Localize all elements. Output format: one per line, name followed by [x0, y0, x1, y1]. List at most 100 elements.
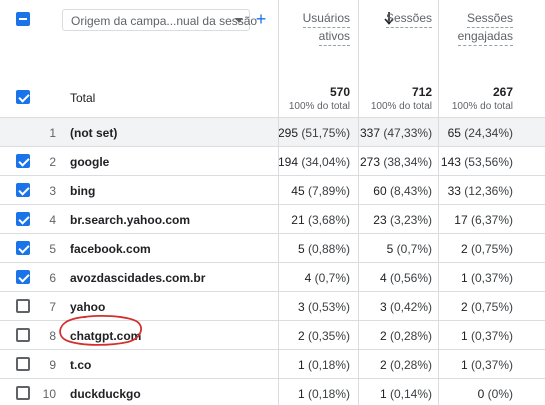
row-engaged-sessions-value: 143 — [440, 155, 461, 169]
row-engaged-sessions-percent: (0,37%) — [470, 329, 513, 343]
row-engaged-sessions-value: 33 — [447, 184, 461, 198]
row-engaged-sessions-value: 0 — [477, 387, 485, 401]
row-sessions-percent: (0,56%) — [389, 271, 432, 285]
plus-icon: + — [255, 9, 267, 29]
row-active-users-value: 1 — [297, 358, 305, 372]
row-engaged-sessions-value: 65 — [447, 126, 461, 140]
row-engaged-sessions-percent: (6,37%) — [470, 213, 513, 227]
row-engaged-sessions-cell: 1 (0,37%) — [440, 358, 513, 372]
column-header-engaged-sessions-line1: Sessões — [466, 10, 513, 28]
report-table: Origem da campa...nual da sessão + Usuár… — [0, 0, 545, 405]
row-source-name[interactable]: br.search.yahoo.com — [70, 213, 190, 227]
row-active-users-value: 1 — [297, 387, 305, 401]
table-row[interactable]: 3 bing 45 (7,89%) 60 (8,43%) 33 (12,36%) — [0, 175, 545, 204]
table-row[interactable]: 4 br.search.yahoo.com 21 (3,68%) 23 (3,23%)… — [0, 204, 545, 233]
row-sessions-percent: (3,23%) — [389, 213, 432, 227]
add-dimension-button[interactable]: + — [254, 9, 268, 31]
total-checkbox[interactable] — [16, 90, 30, 104]
row-engaged-sessions-cell: 143 (53,56%) — [440, 155, 513, 169]
row-sessions-percent: (8,43%) — [389, 184, 432, 198]
row-sessions-value: 60 — [373, 184, 387, 198]
row-checkbox[interactable] — [16, 183, 30, 197]
dimension-select-label: Origem da campa...nual da sessão — [71, 14, 258, 28]
column-divider — [278, 0, 279, 405]
row-engaged-sessions-cell: 1 (0,37%) — [440, 329, 513, 343]
caret-down-icon — [235, 18, 243, 23]
row-active-users-percent: (0,53%) — [307, 300, 350, 314]
row-active-users-percent: (0,18%) — [307, 358, 350, 372]
row-checkbox[interactable] — [16, 212, 30, 226]
column-header-engaged-sessions[interactable]: Sessões engajadas — [440, 10, 513, 46]
row-active-users-cell: 21 (3,68%) — [278, 213, 350, 227]
row-active-users-percent: (51,75%) — [301, 126, 351, 140]
row-engaged-sessions-percent: (0,37%) — [470, 358, 513, 372]
row-index: 3 — [49, 184, 56, 198]
row-index: 1 — [49, 126, 56, 140]
row-engaged-sessions-percent: (53,56%) — [464, 155, 513, 169]
row-index: 5 — [49, 242, 56, 256]
select-all-checkbox[interactable] — [16, 12, 30, 26]
table-row[interactable]: 6 avozdascidades.com.br 4 (0,7%) 4 (0,56%) 1… — [0, 262, 545, 291]
row-active-users-value: 3 — [297, 300, 305, 314]
row-active-users-cell: 2 (0,35%) — [278, 329, 350, 343]
row-active-users-cell: 1 (0,18%) — [278, 387, 350, 401]
row-sessions-percent: (0,7%) — [396, 242, 432, 256]
total-sessions: 712 — [411, 85, 432, 99]
row-source-name[interactable]: google — [70, 155, 109, 169]
row-engaged-sessions-value: 1 — [460, 358, 468, 372]
row-sessions-cell: 337 (47,33%) — [360, 126, 432, 140]
row-sessions-percent: (0,28%) — [389, 329, 432, 343]
total-label: Total — [70, 91, 96, 105]
row-engaged-sessions-cell: 0 (0%) — [440, 387, 513, 401]
row-source-name[interactable]: avozdascidades.com.br — [70, 271, 205, 285]
column-header-sessions[interactable]: Sessões — [360, 10, 432, 28]
table-row[interactable]: 9 t.co 1 (0,18%) 2 (0,28%) 1 (0,37%) — [0, 349, 545, 378]
row-source-name[interactable]: facebook.com — [70, 242, 151, 256]
row-engaged-sessions-percent: (24,34%) — [464, 126, 513, 140]
row-sessions-percent: (0,28%) — [389, 358, 432, 372]
row-sessions-value: 5 — [386, 242, 394, 256]
row-active-users-percent: (0,88%) — [307, 242, 350, 256]
column-divider — [358, 0, 359, 405]
row-index: 8 — [49, 329, 56, 343]
row-source-name[interactable]: (not set) — [70, 126, 117, 140]
row-sessions-value: 2 — [379, 358, 387, 372]
row-sessions-value: 273 — [360, 155, 381, 169]
row-checkbox[interactable] — [16, 154, 30, 168]
row-checkbox[interactable] — [16, 299, 30, 313]
table-row[interactable]: 2 google 194 (34,04%) 273 (38,34%) 143 (53,5… — [0, 146, 545, 175]
column-header-active-users[interactable]: Usuários ativos — [278, 10, 350, 46]
row-source-name[interactable]: t.co — [70, 358, 91, 372]
row-index: 10 — [42, 387, 56, 401]
table-row[interactable]: 1 (not set) 295 (51,75%) 337 (47,33%) 65 (24… — [0, 117, 545, 146]
row-checkbox[interactable] — [16, 386, 30, 400]
row-engaged-sessions-percent: (0,75%) — [470, 242, 513, 256]
row-source-name[interactable]: duckduckgo — [70, 387, 141, 401]
row-active-users-cell: 3 (0,53%) — [278, 300, 350, 314]
row-active-users-value: 21 — [291, 213, 305, 227]
row-checkbox[interactable] — [16, 328, 30, 342]
row-active-users-cell: 1 (0,18%) — [278, 358, 350, 372]
row-engaged-sessions-value: 1 — [460, 329, 468, 343]
row-checkbox[interactable] — [16, 241, 30, 255]
column-divider — [438, 0, 439, 405]
row-active-users-percent: (0,35%) — [307, 329, 350, 343]
row-engaged-sessions-cell: 33 (12,36%) — [440, 184, 513, 198]
row-engaged-sessions-value: 2 — [460, 242, 468, 256]
row-engaged-sessions-cell: 1 (0,37%) — [440, 271, 513, 285]
column-header-engaged-sessions-line2: engajadas — [457, 28, 513, 46]
row-checkbox[interactable] — [16, 270, 30, 284]
row-sessions-value: 1 — [379, 387, 387, 401]
row-active-users-cell: 4 (0,7%) — [278, 271, 350, 285]
dimension-select[interactable]: Origem da campa...nual da sessão — [62, 9, 257, 31]
row-sessions-cell: 5 (0,7%) — [360, 242, 432, 256]
row-source-name[interactable]: bing — [70, 184, 95, 198]
table-row[interactable]: 5 facebook.com 5 (0,88%) 5 (0,7%) 2 (0,75%) — [0, 233, 545, 262]
table-row[interactable]: 10 duckduckgo 1 (0,18%) 1 (0,14%) 0 (0%) — [0, 378, 545, 405]
table-header: Origem da campa...nual da sessão + Usuár… — [0, 0, 545, 117]
row-active-users-value: 295 — [278, 126, 299, 140]
row-index: 4 — [49, 213, 56, 227]
row-checkbox[interactable] — [16, 357, 30, 371]
row-engaged-sessions-percent: (12,36%) — [464, 184, 513, 198]
row-active-users-value: 194 — [278, 155, 299, 169]
